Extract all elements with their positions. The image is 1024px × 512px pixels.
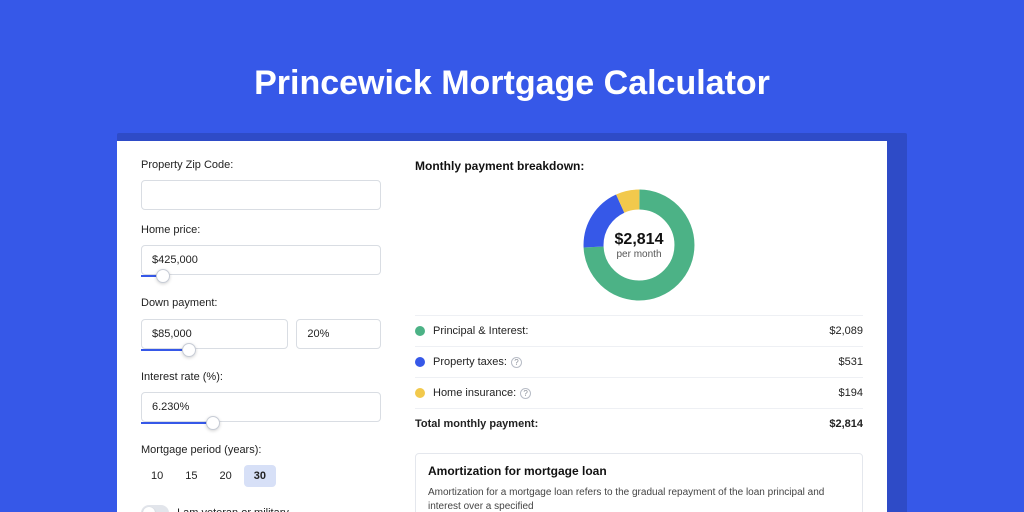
- legend: Principal & Interest: $2,089 Property ta…: [415, 315, 863, 439]
- home-price-slider[interactable]: [141, 273, 381, 283]
- dot-icon: [415, 326, 425, 336]
- interest-label: Interest rate (%):: [141, 371, 381, 384]
- card-shadow: Property Zip Code: Home price: Down paym…: [117, 133, 907, 512]
- total-label: Total monthly payment:: [415, 418, 538, 430]
- slider-handle-icon[interactable]: [206, 416, 220, 430]
- amortization-title: Amortization for mortgage loan: [428, 464, 850, 478]
- info-icon[interactable]: ?: [511, 357, 522, 368]
- legend-value: $194: [839, 387, 863, 399]
- period-tabs: 10 15 20 30: [141, 465, 381, 487]
- veteran-label: I am veteran or military: [177, 507, 289, 512]
- legend-row-insurance: Home insurance: ? $194: [415, 378, 863, 409]
- down-payment-group: Down payment:: [141, 297, 381, 356]
- zip-label: Property Zip Code:: [141, 159, 381, 172]
- zip-input[interactable]: [141, 180, 381, 210]
- period-group: Mortgage period (years): 10 15 20 30: [141, 444, 381, 487]
- period-tab-15[interactable]: 15: [175, 465, 207, 487]
- dot-icon: [415, 388, 425, 398]
- veteran-row: I am veteran or military: [141, 505, 381, 512]
- donut-amount: $2,814: [615, 231, 664, 249]
- interest-input[interactable]: [141, 392, 381, 422]
- period-tab-30[interactable]: 30: [244, 465, 276, 487]
- donut-sub: per month: [616, 249, 661, 260]
- legend-row-taxes: Property taxes: ? $531: [415, 347, 863, 378]
- period-label: Mortgage period (years):: [141, 444, 381, 457]
- info-icon[interactable]: ?: [520, 388, 531, 399]
- zip-field-group: Property Zip Code:: [141, 159, 381, 210]
- interest-group: Interest rate (%):: [141, 371, 381, 430]
- total-value: $2,814: [829, 418, 863, 430]
- slider-handle-icon[interactable]: [156, 269, 170, 283]
- legend-value: $531: [839, 356, 863, 368]
- home-price-input[interactable]: [141, 245, 381, 275]
- home-price-label: Home price:: [141, 224, 381, 237]
- breakdown-title: Monthly payment breakdown:: [415, 159, 863, 173]
- down-payment-pct-input[interactable]: [296, 319, 381, 349]
- down-payment-input[interactable]: [141, 319, 288, 349]
- legend-label: Home insurance:: [433, 387, 516, 399]
- slider-handle-icon[interactable]: [182, 343, 196, 357]
- down-payment-slider[interactable]: [141, 347, 381, 357]
- toggle-knob-icon: [143, 507, 155, 512]
- down-payment-label: Down payment:: [141, 297, 381, 310]
- legend-row-total: Total monthly payment: $2,814: [415, 409, 863, 439]
- home-price-group: Home price:: [141, 224, 381, 283]
- amortization-text: Amortization for a mortgage loan refers …: [428, 486, 850, 512]
- breakdown-column: Monthly payment breakdown: $2,814 per mo…: [415, 159, 863, 512]
- inputs-column: Property Zip Code: Home price: Down paym…: [141, 159, 381, 512]
- period-tab-10[interactable]: 10: [141, 465, 173, 487]
- calculator-card: Property Zip Code: Home price: Down paym…: [117, 141, 887, 512]
- amortization-box: Amortization for mortgage loan Amortizat…: [415, 453, 863, 512]
- legend-value: $2,089: [829, 325, 863, 337]
- interest-slider[interactable]: [141, 420, 381, 430]
- page-title: Princewick Mortgage Calculator: [0, 0, 1024, 133]
- donut-chart: $2,814 per month: [415, 179, 863, 315]
- veteran-toggle[interactable]: [141, 505, 169, 512]
- legend-row-principal: Principal & Interest: $2,089: [415, 316, 863, 347]
- legend-label: Property taxes:: [433, 356, 507, 368]
- legend-label: Principal & Interest:: [433, 325, 528, 337]
- dot-icon: [415, 357, 425, 367]
- donut-center: $2,814 per month: [579, 185, 699, 305]
- period-tab-20[interactable]: 20: [210, 465, 242, 487]
